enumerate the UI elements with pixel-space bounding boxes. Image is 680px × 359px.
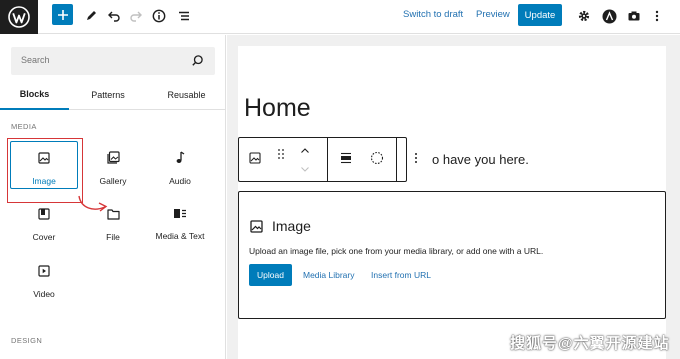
- toolbar-divider: [327, 138, 328, 181]
- editor-canvas-area: Home o have you here. Image Upload an im…: [227, 35, 680, 359]
- block-item-label: Cover: [32, 232, 56, 242]
- audio-icon: [176, 151, 185, 163]
- options-button[interactable]: [646, 5, 668, 27]
- inserter-tabs: Blocks Patterns Reusable: [0, 80, 225, 110]
- chevron-down-icon: [301, 167, 309, 172]
- block-item-label: Gallery: [99, 176, 127, 186]
- move-down-button[interactable]: [300, 166, 310, 173]
- watermark-text: 搜狐号@六翼开源建站: [510, 335, 670, 352]
- undo-icon: [108, 11, 120, 22]
- block-options-button[interactable]: [413, 151, 419, 165]
- section-heading-design: DESIGN: [11, 336, 43, 345]
- block-type-switcher-button[interactable]: [249, 152, 261, 164]
- block-item-label: Audio: [169, 176, 191, 186]
- gallery-icon: [106, 151, 120, 164]
- block-item-label: File: [106, 232, 120, 242]
- duotone-button[interactable]: [370, 151, 384, 165]
- cover-icon: [38, 208, 50, 220]
- tab-blocks[interactable]: Blocks: [0, 80, 69, 110]
- block-toolbar: [238, 137, 417, 182]
- image-block-placeholder: Image Upload an image file, pick one fro…: [238, 191, 666, 319]
- details-button[interactable]: [148, 5, 170, 27]
- block-item-label: Media & Text: [155, 231, 205, 241]
- redo-icon: [130, 11, 142, 22]
- block-item-label: Video: [33, 289, 55, 299]
- redo-button[interactable]: [125, 5, 147, 27]
- media-text-icon: [174, 209, 186, 218]
- block-item-video[interactable]: Video: [10, 255, 78, 303]
- tab-reusable[interactable]: Reusable: [147, 80, 225, 110]
- block-inserter-panel: Search Blocks Patterns Reusable MEDIA Im…: [0, 35, 226, 359]
- media-library-button[interactable]: Media Library: [303, 270, 355, 280]
- block-item-gallery[interactable]: Gallery: [79, 141, 147, 189]
- block-inserter-toggle-button[interactable]: [52, 4, 73, 25]
- vertical-ellipsis-icon: [655, 10, 659, 22]
- image-icon: [249, 152, 261, 164]
- page-title[interactable]: Home: [244, 94, 311, 123]
- insert-from-url-button[interactable]: Insert from URL: [371, 270, 431, 280]
- block-item-cover[interactable]: Cover: [10, 198, 78, 246]
- annotation-highlight-box: [7, 138, 83, 203]
- image-block-title: Image: [272, 218, 311, 234]
- update-button[interactable]: Update: [518, 4, 562, 26]
- plugin-logo-icon: [602, 9, 616, 23]
- settings-button[interactable]: [573, 5, 595, 27]
- block-search-input[interactable]: Search: [11, 47, 215, 75]
- section-heading-media: MEDIA: [11, 122, 37, 131]
- gear-icon: [578, 10, 590, 22]
- tools-button[interactable]: [80, 5, 102, 27]
- camera-icon: [628, 11, 640, 21]
- paragraph-block[interactable]: o have you here.: [432, 152, 529, 167]
- drag-handle-icon: [278, 149, 284, 159]
- align-center-icon: [341, 152, 351, 164]
- duotone-icon: [370, 151, 384, 165]
- align-button[interactable]: [340, 152, 352, 164]
- editor-canvas: Home o have you here. Image Upload an im…: [238, 46, 666, 359]
- vertical-ellipsis-icon: [415, 153, 417, 163]
- search-icon: [192, 55, 203, 66]
- plugin-button[interactable]: [598, 5, 620, 27]
- upload-button[interactable]: Upload: [249, 264, 292, 286]
- wordpress-logo-icon[interactable]: [0, 0, 38, 34]
- info-icon: [152, 9, 166, 23]
- block-item-audio[interactable]: Audio: [146, 141, 214, 189]
- tab-patterns[interactable]: Patterns: [69, 80, 147, 110]
- block-item-media-text[interactable]: Media & Text: [146, 198, 214, 246]
- toolbar-divider: [396, 138, 397, 181]
- move-up-button[interactable]: [300, 147, 310, 154]
- media-plugin-button[interactable]: [623, 5, 645, 27]
- pencil-icon: [87, 11, 96, 20]
- undo-button[interactable]: [103, 5, 125, 27]
- plus-icon: [57, 9, 68, 20]
- image-icon: [250, 220, 263, 233]
- image-block-instructions: Upload an image file, pick one from your…: [249, 246, 544, 256]
- editor-top-toolbar: Switch to draft Preview Update: [0, 0, 680, 34]
- video-icon: [38, 265, 50, 277]
- drag-handle[interactable]: [277, 148, 285, 160]
- list-view-icon: [179, 11, 189, 21]
- chevron-up-icon: [301, 148, 309, 153]
- search-placeholder: Search: [21, 55, 50, 65]
- switch-to-draft-button[interactable]: Switch to draft: [403, 9, 463, 20]
- list-view-button[interactable]: [173, 5, 195, 27]
- annotation-arrow-icon: [78, 195, 108, 212]
- preview-button[interactable]: Preview: [476, 9, 510, 20]
